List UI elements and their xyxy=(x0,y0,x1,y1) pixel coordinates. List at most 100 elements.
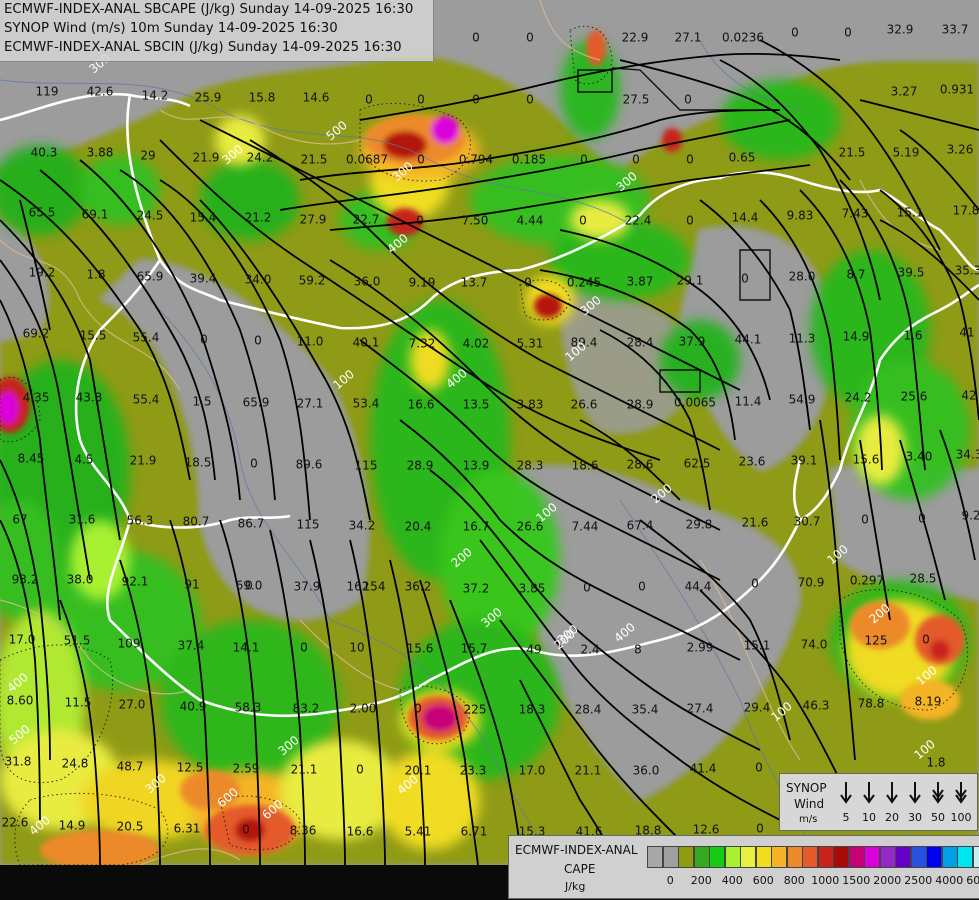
cape-value: 0.0687 xyxy=(346,153,388,167)
cape-value: 56.3 xyxy=(127,514,154,528)
cape-value: 109 xyxy=(118,637,141,651)
cape-color-swatch xyxy=(926,846,943,868)
cape-value: 65.9 xyxy=(137,270,164,284)
cape-color-swatch xyxy=(864,846,881,868)
cape-value: 125 xyxy=(865,634,888,648)
cape-value: 0.0236 xyxy=(722,31,764,45)
cape-value: 28.4 xyxy=(575,703,602,717)
cape-value: 83.2 xyxy=(293,702,320,716)
cape-value: 37.2 xyxy=(463,582,490,596)
cape-map: 0 0 22.9 27.1 0.0236 0 0 32.9 33.7 119 42.6 14.2 25.… xyxy=(0,0,979,865)
cape-value: 37.9 xyxy=(294,580,321,594)
cape-value: 0 xyxy=(245,579,253,593)
cape-color-swatch xyxy=(662,846,679,868)
cape-value: 0 xyxy=(686,214,694,228)
cape-legend-tick: 0 xyxy=(666,874,674,887)
cape-value: 0 xyxy=(579,214,587,228)
cape-value: 225 xyxy=(464,703,487,717)
cape-color-swatch xyxy=(771,846,788,868)
cape-value: 55.4 xyxy=(133,393,160,407)
cape-color-swatch xyxy=(693,846,710,868)
cape-value: 46.3 xyxy=(803,699,830,713)
cape-value: 33.7 xyxy=(942,23,969,37)
title-line-synop-wind: SYNOP Wind (m/s) 10m Sunday 14-09-2025 1… xyxy=(4,21,338,36)
cape-value: 0 xyxy=(755,761,763,775)
cape-legend-subtitle: CAPE xyxy=(564,862,596,876)
cape-value: 0 xyxy=(751,577,759,591)
cape-value: 0 xyxy=(756,822,764,836)
cape-value: 31.6 xyxy=(69,513,96,527)
cape-value: 0 xyxy=(632,153,640,167)
cape-color-swatch xyxy=(740,846,757,868)
down-arrow-icon xyxy=(863,782,875,804)
cape-value: 15.6 xyxy=(407,642,434,656)
cape-value: 20.4 xyxy=(405,520,432,534)
cape-value: 7.50 xyxy=(462,214,489,228)
cape-value: 43.3 xyxy=(76,391,103,405)
cape-value: 44.4 xyxy=(685,580,712,594)
cape-value: 22.4 xyxy=(625,214,652,228)
cape-value: 15.8 xyxy=(249,91,276,105)
cape-value: 18.5 xyxy=(185,456,212,470)
cape-color-swatch xyxy=(755,846,772,868)
cape-value: 0 xyxy=(417,153,425,167)
cape-value: 24.2 xyxy=(247,151,274,165)
cape-value: 69.2 xyxy=(23,327,50,341)
cape-value: 5.31 xyxy=(517,337,544,351)
cape-value: 62.5 xyxy=(684,457,711,471)
cape-value: 24.2 xyxy=(845,391,872,405)
cape-legend-tick: 2000 xyxy=(873,874,902,887)
cape-value: 39.1 xyxy=(791,454,818,468)
cape-value: 8.36 xyxy=(290,824,317,838)
wind-arrow-samples xyxy=(840,782,967,804)
cape-value: 28.5 xyxy=(910,572,937,586)
cape-legend-tick: 4000 xyxy=(935,874,964,887)
cape-value: 27.1 xyxy=(297,397,324,411)
cape-value: 0.245 xyxy=(567,276,601,290)
cape-value: 0.185 xyxy=(512,153,546,167)
cape-value: 89.6 xyxy=(296,458,323,472)
cape-value: 15.1 xyxy=(897,206,924,220)
cape-value: 7.32 xyxy=(409,337,436,351)
cape-value: 67.4 xyxy=(627,519,654,533)
cape-value: 3.87 xyxy=(627,275,654,289)
cape-value: 2.00 xyxy=(350,702,377,716)
cape-value: 93.2 xyxy=(12,573,39,587)
cape-legend-tick: 1500 xyxy=(842,874,871,887)
cape-value: 14.1 xyxy=(233,641,260,655)
cape-value: 25.6 xyxy=(901,390,928,404)
cape-value: 0 xyxy=(417,93,425,107)
cape-value: 80.7 xyxy=(183,515,210,529)
cape-value: 0 xyxy=(638,580,646,594)
cape-value: 67 xyxy=(12,513,27,527)
cape-value: 27.1 xyxy=(675,31,702,45)
weather-map-screen: 0 0 22.9 27.1 0.0236 0 0 32.9 33.7 119 42.6 14.2 25.… xyxy=(0,0,979,900)
cape-value: 21.9 xyxy=(130,454,157,468)
cape-value: 6.31 xyxy=(174,822,201,836)
cape-color-swatch xyxy=(972,846,979,868)
cape-value: 39.4 xyxy=(190,272,217,286)
cape-value: 78.8 xyxy=(858,697,885,711)
cape-value: 27.9 xyxy=(300,213,327,227)
cape-value: 38.0 xyxy=(67,573,94,587)
cape-color-swatch xyxy=(833,846,850,868)
cape-value: 15.4 xyxy=(190,211,217,225)
cape-value: 31.8 xyxy=(5,755,32,769)
cape-value: 40.9 xyxy=(180,700,207,714)
cape-value: 21.6 xyxy=(742,516,769,530)
cape-value: 0 xyxy=(684,93,692,107)
cape-legend-tick: 400 xyxy=(721,874,743,887)
cape-value: 32.9 xyxy=(887,23,914,37)
cape-value: 15.7 xyxy=(461,642,488,656)
cape-value: 28.0 xyxy=(789,270,816,284)
cape-value: 9.83 xyxy=(787,209,814,223)
cape-value: 0 xyxy=(472,93,480,107)
cape-value: 0 xyxy=(414,702,422,716)
cape-value: 42.6 xyxy=(87,85,114,99)
cape-value: 74.0 xyxy=(801,638,828,652)
cape-value: 51.5 xyxy=(64,634,91,648)
synop-speed-label: 10 xyxy=(862,811,876,824)
cape-value: 0 xyxy=(242,823,250,837)
cape-value: 20.5 xyxy=(117,820,144,834)
map-title-box: ECMWF-INDEX-ANAL SBCAPE (J/kg) Sunday 14… xyxy=(0,0,434,62)
